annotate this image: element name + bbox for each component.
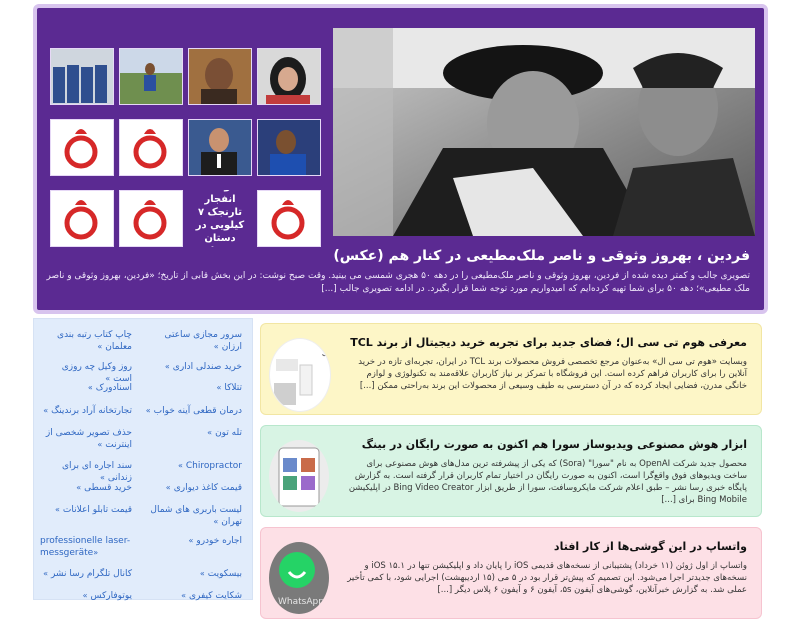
news-excerpt: واتساپ از اول ژوئن (۱۱ خرداد) پشتیبانی ا… [347,561,747,595]
sidebar-link[interactable]: درمان قطعی آینه خواب [142,405,242,417]
thumb-red-logo[interactable] [50,119,114,176]
sidebar-link[interactable]: لیست باربری های شمال تهران [142,504,242,528]
featured-image[interactable] [333,28,755,236]
thumb-red-logo[interactable] [257,190,321,247]
thumb-man-suit[interactable] [188,119,252,176]
tcl-image[interactable]: ...ی از اینترنتی تی سی ال [269,338,331,412]
sidebar-link[interactable]: تجارتخانه آراد برندینگ [40,405,132,417]
featured-excerpt: تصویری جالب و کمتر دیده شده از فردین، به… [46,271,751,294]
thumb-red-logo[interactable]: . . . [119,119,183,176]
news-title[interactable]: ابزار هوش مصنوعی ویدیوساز سورا هم اکنون … [347,438,747,451]
sidebar-link[interactable]: Chiropractor [142,460,242,472]
thumb-red-logo[interactable] [119,190,183,247]
sidebar-link[interactable]: سند اجاره ای برای زندانی [40,460,132,484]
sidebar-link[interactable]: چاپ کتاب رتبه بندی معلمان [40,329,132,353]
sidebar-link[interactable]: اجاره خودرو [142,535,242,547]
sidebar-link[interactable]: کانال تلگرام رسا نشر [40,568,132,580]
news-card[interactable]: ابزار هوش مصنوعی ویدیوساز سورا هم اکنون … [260,425,762,517]
whatsapp-image-text: WhatsApp [278,597,324,607]
thumb-player-blue[interactable] [257,119,321,176]
thumb-prisoners[interactable] [50,48,114,105]
news-card[interactable]: WhatsApp واتساپ در این گوشی‌ها از کار اف… [260,527,762,619]
sidebar-link[interactable]: بیسکویت [142,568,242,580]
news-title[interactable]: واتساپ در این گوشی‌ها از کار افتاد [347,540,747,553]
thumb-football-player[interactable] [119,48,183,105]
news-card[interactable]: ...ی از اینترنتی تی سی ال معرفی هوم تی س… [260,323,762,415]
news-title[interactable]: معرفی هوم تی سی ال؛ فضای جدید برای تجربه… [347,336,747,349]
sidebar-link[interactable]: خرید قسطی [40,482,132,494]
svg-text:. . .: . . . [147,126,153,131]
featured-section: . . . لحظه هولناک انفجار تارنجک ۷ کیلویی… [33,4,768,314]
sora-image[interactable] [269,440,329,512]
featured-title[interactable]: فردین ، بهروز وثوقی و ناصر ملک‌مطیعی در … [50,248,750,264]
thumb-bald-man[interactable] [188,48,252,105]
sidebar-link[interactable]: سرور مجازی ساعتی ارزان [142,329,242,353]
sidebar-link[interactable]: اسنادورک [40,382,132,394]
sidebar-link[interactable]: تتلاکا [142,382,242,394]
thumb-woman-hijab[interactable] [257,48,321,105]
sidebar-link[interactable]: حذف تصویر شخصی از اینترنت [40,427,132,451]
sidebar-link[interactable]: خرید صندلی اداری [142,361,242,373]
sidebar-link[interactable]: قیمت تابلو اعلانات [40,504,132,516]
news-excerpt: محصول جدید شرکت OpenAI به نام "سورا" (So… [348,459,747,505]
sidebar-link[interactable]: قیمت کاغذ دیواری [142,482,242,494]
sidebar-link[interactable]: تله تون [142,427,242,439]
tcl-image-text: ...ی از اینترنتی تی سی ال [322,349,330,357]
news-excerpt: وبسایت «هوم تی سی ال» به‌عنوان مرجع تخصص… [358,357,747,391]
sidebar-link[interactable]: شکایت کیفری [142,590,242,602]
thumb-red-logo[interactable] [50,190,114,247]
thumb-text-headline[interactable]: لحظه هولناک انفجار تارنجک ۷ کیلویی در دس… [188,190,252,247]
sidebar-links: سرور مجازی ساعتی ارزان خرید صندلی اداری … [33,318,253,602]
sidebar-link[interactable]: یوتوفارکس [40,590,132,602]
whatsapp-image[interactable]: WhatsApp [269,542,329,614]
sidebar-link[interactable]: professionelle laser-messgeräte [40,535,132,559]
